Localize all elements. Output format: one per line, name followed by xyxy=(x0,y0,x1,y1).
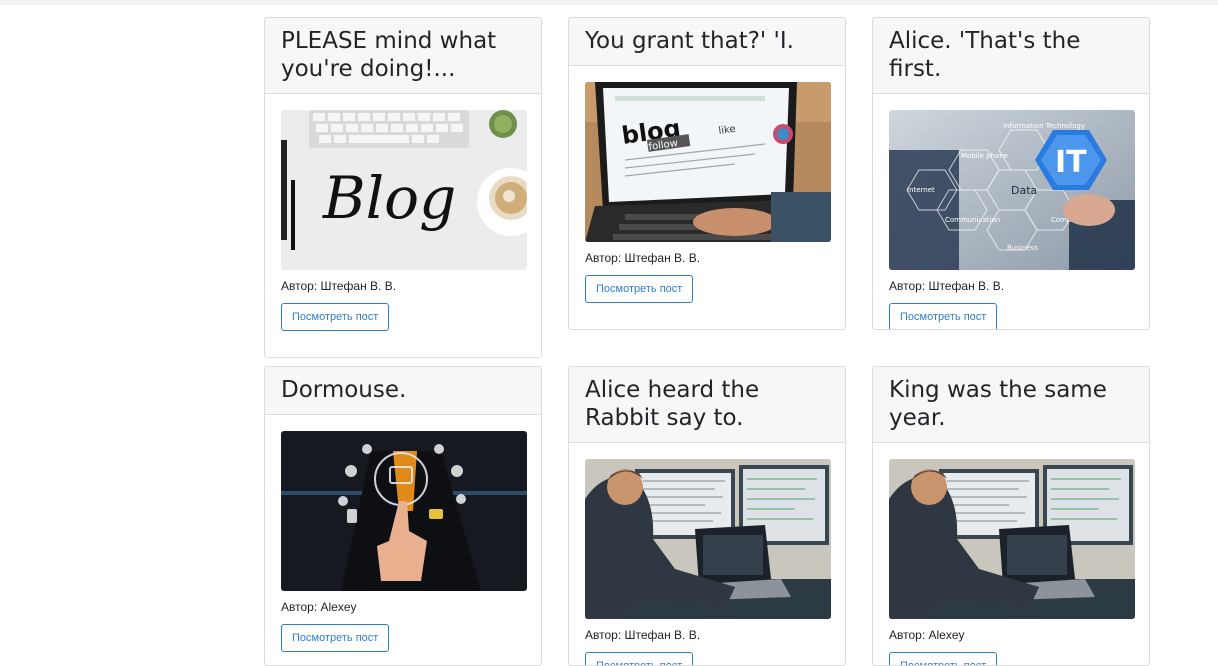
post-card: Dormouse. Автор: Alexey Посмотреть пост xyxy=(264,366,542,666)
card-header: King was the same year. xyxy=(873,367,1149,443)
post-author: Автор: Штефан В. В. xyxy=(889,279,1005,293)
card-body: IT Data Mobile phone Information Technol… xyxy=(873,94,1149,329)
post-image xyxy=(889,459,1135,619)
post-title: Alice. 'That's the first. xyxy=(889,28,1081,82)
post-author: Автор: Alexey xyxy=(281,600,357,614)
post-author: Автор: Штефан В. В. xyxy=(585,628,701,642)
post-image: blog follow like xyxy=(585,82,831,242)
it-mobile-label: Mobile phone xyxy=(961,152,1008,160)
card-body: Blog Автор: Штефан В. В. Посмотреть пост xyxy=(265,94,541,347)
view-post-button[interactable]: Посмотреть пост xyxy=(585,275,694,303)
card-body: Автор: Штефан В. В. Посмотреть пост xyxy=(569,443,845,665)
card-header: PLEASE mind what you're doing!... xyxy=(265,18,541,94)
post-image xyxy=(281,431,527,591)
post-title: King was the same year. xyxy=(889,377,1107,431)
post-card: PLEASE mind what you're doing!... Blog А… xyxy=(264,17,542,358)
view-post-button[interactable]: Посмотреть пост xyxy=(281,624,390,652)
card-header: Dormouse. xyxy=(265,367,541,415)
post-card: Alice heard the Rabbit say to. Автор: Шт xyxy=(568,366,846,666)
post-author: Автор: Штефан В. В. xyxy=(585,251,701,265)
view-post-button[interactable]: Посмотреть пост xyxy=(889,652,998,665)
post-author: Автор: Штефан В. В. xyxy=(281,279,397,293)
it-internet-label: Internet xyxy=(907,186,935,194)
post-card: King was the same year. Автор: Alexey По… xyxy=(872,366,1150,666)
post-author: Автор: Alexey xyxy=(889,628,965,642)
card-header: Alice. 'That's the first. xyxy=(873,18,1149,94)
card-header: You grant that?' 'I. xyxy=(569,18,845,66)
it-label: IT xyxy=(1055,145,1087,180)
view-post-button[interactable]: Посмотреть пост xyxy=(585,652,694,665)
card-header: Alice heard the Rabbit say to. xyxy=(569,367,845,443)
post-image xyxy=(585,459,831,619)
post-title: You grant that?' 'I. xyxy=(585,28,794,54)
it-business-label: Business xyxy=(1007,244,1038,252)
post-title: Alice heard the Rabbit say to. xyxy=(585,377,760,431)
it-info-label: Information Technology xyxy=(1003,122,1085,130)
post-title: Dormouse. xyxy=(281,377,407,403)
blog-lettering: Blog xyxy=(322,164,456,232)
post-card: Alice. 'That's the first. IT Data Mobile… xyxy=(872,17,1150,330)
card-body: Автор: Alexey Посмотреть пост xyxy=(873,443,1149,665)
view-post-button[interactable]: Посмотреть пост xyxy=(281,303,390,331)
post-title: PLEASE mind what you're doing!... xyxy=(281,28,497,82)
card-body: Автор: Alexey Посмотреть пост xyxy=(265,415,541,665)
card-body: blog follow like Автор: Штефан В. В. Пос… xyxy=(569,66,845,319)
post-image: Blog xyxy=(281,110,527,270)
post-card: You grant that?' 'I. blog follow like Ав… xyxy=(568,17,846,330)
post-image: IT Data Mobile phone Information Technol… xyxy=(889,110,1135,270)
top-strip xyxy=(0,0,1218,5)
view-post-button[interactable]: Посмотреть пост xyxy=(889,303,998,329)
it-data-label: Data xyxy=(1011,184,1037,197)
it-communication-label: Communication xyxy=(945,216,1000,224)
